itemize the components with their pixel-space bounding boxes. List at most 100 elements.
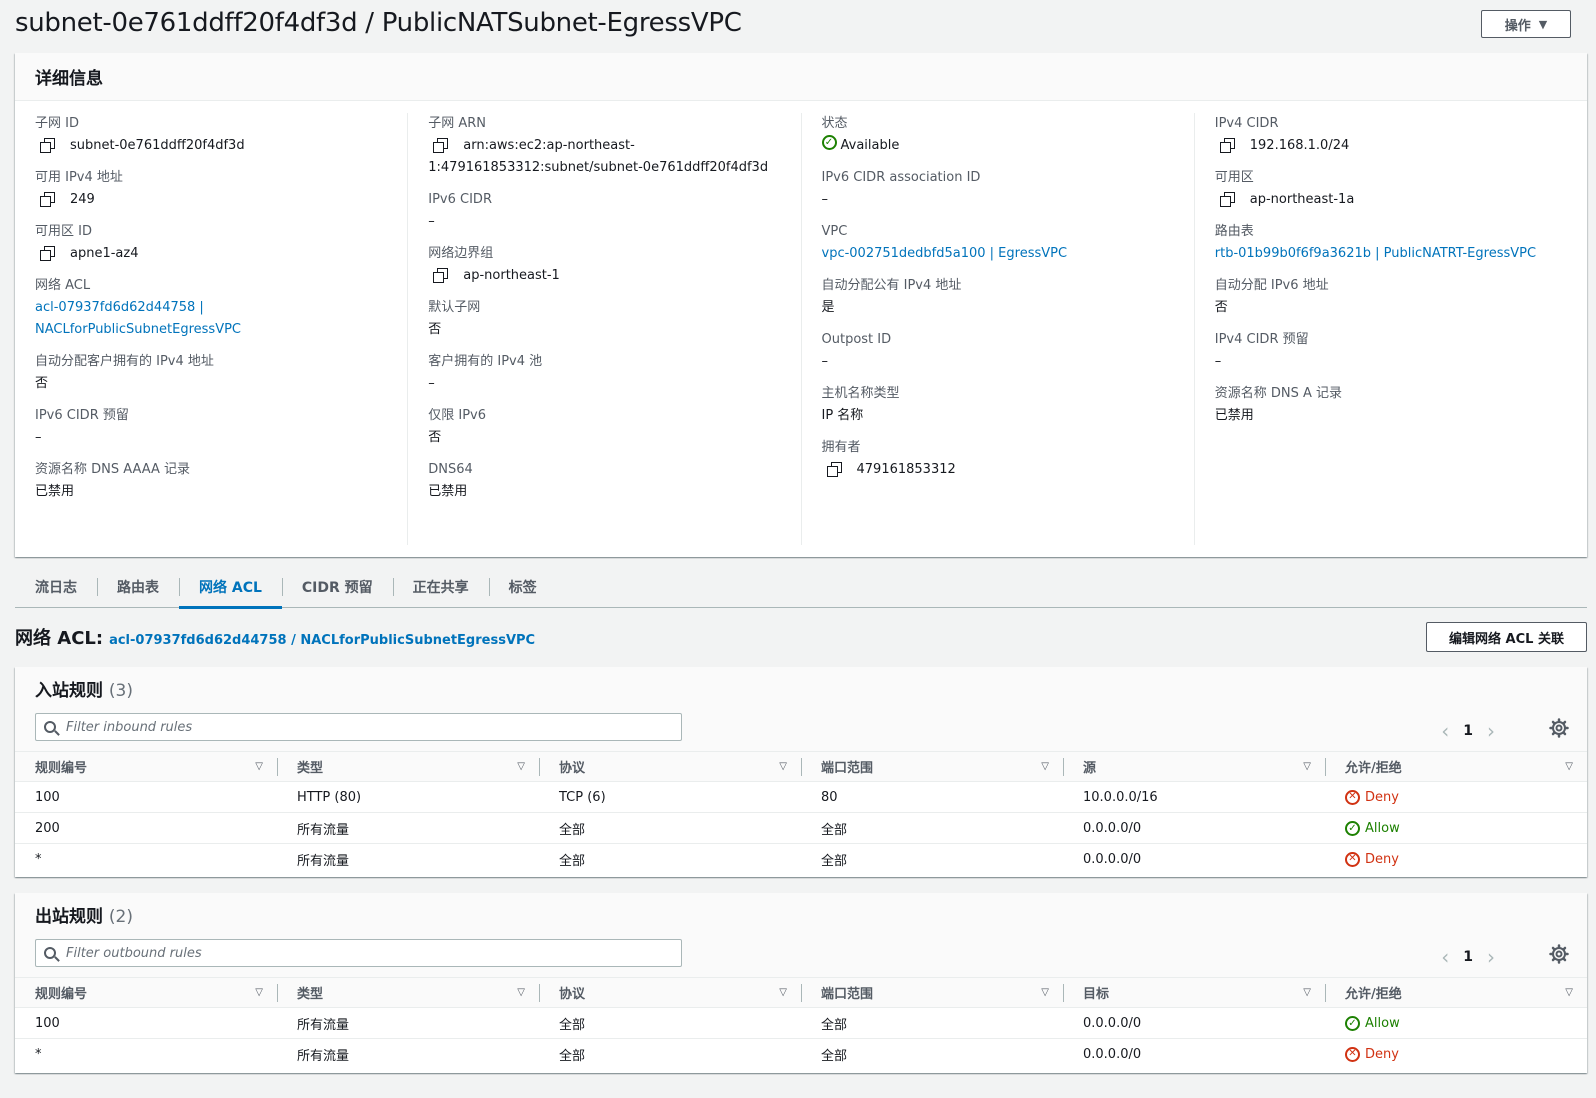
check-circle-icon: ✓ xyxy=(1345,820,1360,836)
action-cell: ✕ Deny xyxy=(1325,844,1587,875)
port-range-cell: 80 xyxy=(801,781,1063,813)
type-cell: 所有流量 xyxy=(297,853,350,869)
auto-public-ipv4-value: 是 xyxy=(821,300,835,315)
actions-button[interactable]: 操作 ▼ xyxy=(1481,10,1571,38)
column-header-protocol[interactable]: 协议 ▽ xyxy=(539,751,801,782)
outbound-title-text: 出站规则 xyxy=(35,907,103,927)
ipv6-association-value: – xyxy=(821,192,829,207)
field-label: 仅限 IPv6 xyxy=(428,408,487,423)
column-header-type[interactable]: 类型 ▽ xyxy=(277,977,539,1008)
network-acl-label: 网络 ACL: xyxy=(15,628,104,649)
table-row[interactable]: * 所有流量 全部 全部 0.0.0.0/0 ✕ Deny xyxy=(15,844,1587,875)
table-row[interactable]: 100 HTTP (80) TCP (6) 80 10.0.0.0/16 ✕ De… xyxy=(15,781,1587,813)
sort-down-icon[interactable]: ▽ xyxy=(1041,761,1049,772)
tab-network-acl[interactable]: 网络 ACL xyxy=(179,566,282,609)
vpc-link[interactable]: vpc-002751dedbfd5a100 | EgressVPC xyxy=(822,243,1174,265)
copy-icon[interactable] xyxy=(826,462,842,477)
network-border-group-value: ap-northeast-1 xyxy=(463,268,560,283)
field-subnet-arn: 子网 ARN arn:aws:ec2:ap-northeast- 1:47916… xyxy=(428,113,780,179)
outbound-count: (2) xyxy=(108,907,134,927)
column-header-destination[interactable]: 目标 ▽ xyxy=(1063,977,1325,1008)
tab-cidr-reservations[interactable]: CIDR 预留 xyxy=(281,566,393,608)
action-cell: ✕ Deny xyxy=(1325,1039,1587,1070)
sort-down-icon[interactable]: ▽ xyxy=(1565,987,1573,998)
copy-icon[interactable] xyxy=(433,268,449,283)
tab-flow-logs[interactable]: 流日志 xyxy=(15,566,97,608)
tab-tags[interactable]: 标签 xyxy=(488,566,557,608)
column-header-allow-deny[interactable]: 允许/拒绝 ▽ xyxy=(1325,751,1587,782)
customer-ipv4-pool-value: – xyxy=(428,376,435,391)
outbound-filter-input[interactable]: Filter outbound rules xyxy=(35,939,682,967)
type-cell: HTTP (80) xyxy=(277,781,539,813)
field-default-subnet: 默认子网 否 xyxy=(428,297,780,341)
sort-down-icon[interactable]: ▽ xyxy=(517,987,525,998)
sort-down-icon[interactable]: ▽ xyxy=(1041,987,1049,998)
table-row[interactable]: * 所有流量 全部 全部 0.0.0.0/0 ✕ Deny xyxy=(15,1039,1587,1070)
column-header-port-range[interactable]: 端口范围 ▽ xyxy=(801,977,1063,1008)
copy-icon[interactable] xyxy=(433,138,449,153)
inbound-rules-table: 规则编号 ▽ 类型 ▽ 协议 ▽ 端口范围 ▽ 源 ▽ 允许/拒绝 ▽ 100 HTTP (… xyxy=(15,751,1587,875)
inbound-filter-input[interactable]: Filter inbound rules xyxy=(35,713,682,741)
copy-icon[interactable] xyxy=(40,246,55,261)
column-header-rule-number[interactable]: 规则编号 ▽ xyxy=(15,977,277,1008)
copy-icon[interactable] xyxy=(40,138,55,153)
action-cell: ✓ Allow xyxy=(1325,812,1587,844)
chevron-right-icon[interactable]: › xyxy=(1487,945,1495,969)
field-network-border-group: 网络边界组 ap-northeast-1 xyxy=(428,243,780,287)
column-header-rule-number[interactable]: 规则编号 ▽ xyxy=(15,751,277,782)
copy-icon[interactable] xyxy=(1219,138,1235,153)
column-label: 协议 xyxy=(559,987,586,1002)
outbound-page-number[interactable]: 1 xyxy=(1463,949,1473,965)
column-header-port-range[interactable]: 端口范围 ▽ xyxy=(801,751,1063,782)
ipv4-cidr-value: 192.168.1.0/24 xyxy=(1249,138,1350,153)
network-acl-link[interactable]: acl-07937fd6d62d44758 | NACLforPublicSub… xyxy=(35,297,387,341)
inbound-page-number[interactable]: 1 xyxy=(1463,723,1473,739)
field-label: 可用 IPv4 地址 xyxy=(35,170,123,185)
dns64-value: 已禁用 xyxy=(428,484,468,499)
column-header-type[interactable]: 类型 ▽ xyxy=(277,751,539,782)
sort-down-icon[interactable]: ▽ xyxy=(1565,761,1573,772)
copy-icon[interactable] xyxy=(40,192,55,207)
column-header-source[interactable]: 源 ▽ xyxy=(1063,751,1325,782)
auto-ipv6-value: 否 xyxy=(1214,300,1228,315)
column-header-allow-deny[interactable]: 允许/拒绝 ▽ xyxy=(1325,977,1587,1008)
rule-number-cell: 200 xyxy=(15,812,277,844)
sort-down-icon[interactable]: ▽ xyxy=(517,761,525,772)
gear-icon[interactable] xyxy=(1549,944,1569,964)
copy-icon[interactable] xyxy=(1219,192,1235,207)
available-ipv4-value: 249 xyxy=(70,192,95,207)
tab-sharing[interactable]: 正在共享 xyxy=(392,566,489,608)
sort-down-icon[interactable]: ▽ xyxy=(255,761,263,772)
source-cell: 0.0.0.0/0 xyxy=(1063,812,1325,844)
sort-down-icon[interactable]: ▽ xyxy=(779,761,787,772)
sort-down-icon[interactable]: ▽ xyxy=(779,987,787,998)
edit-network-acl-association-button[interactable]: 编辑网络 ACL 关联 xyxy=(1426,622,1587,652)
column-header-protocol[interactable]: 协议 ▽ xyxy=(539,977,801,1008)
x-circle-icon: ✕ xyxy=(1345,851,1360,867)
column-label: 端口范围 xyxy=(821,987,874,1002)
route-table-link[interactable]: rtb-01b99b0f6f9a3621b | PublicNATRT-Egre… xyxy=(1215,243,1567,265)
field-label: 客户拥有的 IPv4 池 xyxy=(428,354,543,369)
sort-down-icon[interactable]: ▽ xyxy=(1303,761,1311,772)
inbound-rules-header: 入站规则 (3) Filter inbound rules ‹ 1 › xyxy=(15,667,1587,751)
sort-down-icon[interactable]: ▽ xyxy=(1303,987,1311,998)
field-label: 自动分配公有 IPv4 地址 xyxy=(821,278,962,293)
sort-down-icon[interactable]: ▽ xyxy=(255,987,263,998)
tab-route-table[interactable]: 路由表 xyxy=(97,566,179,608)
chevron-left-icon[interactable]: ‹ xyxy=(1441,719,1449,743)
table-row[interactable]: 200 所有流量 全部 全部 0.0.0.0/0 ✓ Allow xyxy=(15,812,1587,844)
action-value: Deny xyxy=(1365,1046,1399,1062)
source-cell: 10.0.0.0/16 xyxy=(1063,781,1325,813)
field-label: 可用区 ID xyxy=(35,224,92,239)
rule-number-cell: * xyxy=(35,851,42,867)
table-row[interactable]: 100 所有流量 全部 全部 0.0.0.0/0 ✓ Allow xyxy=(15,1007,1587,1039)
details-column-3: 状态 ✓ Available IPv6 CIDR association ID … xyxy=(800,113,1194,545)
network-acl-heading-link[interactable]: acl-07937fd6d62d44758 / NACLforPublicSub… xyxy=(109,633,535,648)
gear-icon[interactable] xyxy=(1549,718,1569,738)
chevron-left-icon[interactable]: ‹ xyxy=(1441,945,1449,969)
type-cell: 所有流量 xyxy=(297,1048,350,1064)
chevron-right-icon[interactable]: › xyxy=(1487,719,1495,743)
details-column-2: 子网 ARN arn:aws:ec2:ap-northeast- 1:47916… xyxy=(407,113,800,545)
field-label: IPv6 CIDR 预留 xyxy=(35,408,129,423)
field-availability-zone: 可用区 ap-northeast-1a xyxy=(1215,167,1567,211)
